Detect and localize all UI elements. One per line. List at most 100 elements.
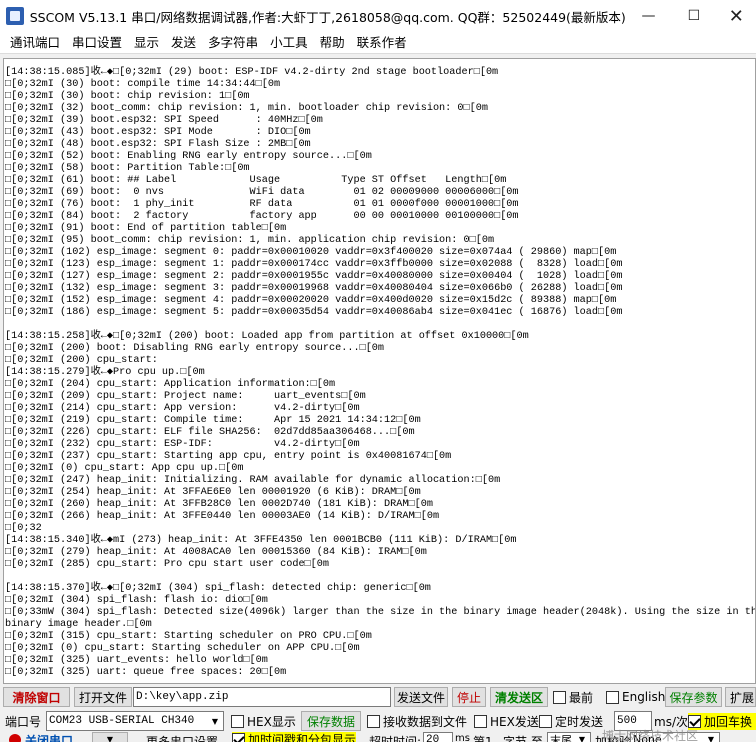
timeout-unit: ms xyxy=(455,733,470,742)
sscom-app-icon xyxy=(6,7,24,25)
log-line: [14:38:15.085]收←◆□[0;32mI (29) boot: ESP… xyxy=(5,67,499,78)
title-bar: SSCOM V5.13.1 串口/网络数据调试器,作者:大虾丁丁,2618058… xyxy=(0,0,756,32)
menu-send[interactable]: 发送 xyxy=(165,32,202,54)
receive-console[interactable]: [14:38:15.085]收←◆□[0;32mI (29) boot: ESP… xyxy=(3,58,756,684)
timeout-label: 超时时间: xyxy=(369,735,422,742)
byte-range-label: 字节 至 xyxy=(503,735,543,742)
log-line: □[0;33mW (304) spi_flash: Detected size(… xyxy=(5,607,756,618)
chevron-down-icon[interactable]: ▼ xyxy=(574,734,590,742)
log-line: □[0;32mI (204) cpu_start: Application in… xyxy=(5,379,336,390)
log-line: □[0;32mI (325) uart: queue free spaces: … xyxy=(5,667,287,678)
close-button[interactable]: ✕ xyxy=(717,0,756,32)
menu-port-settings[interactable]: 串口设置 xyxy=(66,32,128,54)
clear-window-button[interactable]: 清除窗口 xyxy=(3,687,70,707)
log-line: □[0;32mI (200) boot: Disabling RNG early… xyxy=(5,343,385,354)
add-crlf-checkbox[interactable]: 加回车换 xyxy=(688,712,756,730)
log-line: [14:38:15.258]收←◆□[0;32mI (200) boot: Lo… xyxy=(5,331,529,342)
log-line: □[0;32mI (315) cpu_start: Starting sched… xyxy=(5,631,372,642)
menu-tools[interactable]: 小工具 xyxy=(264,32,314,54)
recv-to-file-box[interactable] xyxy=(367,714,380,728)
log-line: □[0;32mI (237) cpu_start: Starting app c… xyxy=(5,451,452,462)
english-checkbox[interactable]: English xyxy=(606,690,665,704)
expand-button[interactable]: 扩展 xyxy=(725,687,756,707)
menu-help[interactable]: 帮助 xyxy=(314,32,351,54)
add-crlf-label: 加回车换 xyxy=(704,714,753,729)
add-crlf-box[interactable] xyxy=(688,714,701,728)
english-label: English xyxy=(622,690,666,704)
log-line: □[0;32mI (132) esp_image: segment 3: pad… xyxy=(5,283,623,294)
hex-display-checkbox[interactable]: HEX显示 xyxy=(231,713,296,730)
menu-comm-port[interactable]: 通讯端口 xyxy=(4,32,66,54)
close-port-group[interactable]: 关闭串口 xyxy=(5,732,87,742)
log-line: □[0;32mI (219) cpu_start: Compile time: … xyxy=(5,415,421,426)
log-line: □[0;32mI (48) boot.esp32: SPI Flash Size… xyxy=(5,139,311,150)
log-line: □[0;32 xyxy=(5,523,42,534)
hex-display-box[interactable] xyxy=(231,714,244,728)
log-line: □[0;32mI (0) cpu_start: App cpu up.□[0m xyxy=(5,463,244,474)
log-line: □[0;32mI (52) boot: Enabling RNG early e… xyxy=(5,151,372,162)
close-port-button[interactable]: 关闭串口 xyxy=(25,732,73,742)
menu-display[interactable]: 显示 xyxy=(128,32,165,54)
port-arrow-button[interactable]: ▼ xyxy=(92,732,128,742)
chevron-down-icon[interactable]: ▼ xyxy=(207,712,223,730)
log-line: □[0;32mI (123) esp_image: segment 1: pad… xyxy=(5,259,623,270)
hex-send-label: HEX发送 xyxy=(490,714,539,729)
log-line: binary image header.□[0m xyxy=(5,619,152,630)
hex-send-box[interactable] xyxy=(474,714,487,728)
log-line: □[0;32mI (76) boot: 1 phy_init RF data 0… xyxy=(5,199,519,210)
recv-to-file-checkbox[interactable]: 接收数据到文件 xyxy=(367,713,467,730)
menu-contact-author[interactable]: 联系作者 xyxy=(351,32,413,54)
timestamp-split-box[interactable] xyxy=(232,733,245,742)
menu-bar: 通讯端口 串口设置 显示 发送 多字符串 小工具 帮助 联系作者 xyxy=(0,32,756,54)
log-line: □[0;32mI (91) boot: End of partition tab… xyxy=(5,223,287,234)
timed-send-box[interactable] xyxy=(539,714,552,728)
timeout-input[interactable]: 20 xyxy=(423,732,453,742)
log-line: □[0;32mI (285) cpu_start: Pro cpu start … xyxy=(5,559,330,570)
hex-send-checkbox[interactable]: HEX发送 xyxy=(474,713,539,730)
log-line: □[0;32mI (84) boot: 2 factory factory ap… xyxy=(5,211,519,222)
save-params-button[interactable]: 保存参数 xyxy=(665,687,722,707)
log-line: □[0;32mI (32) boot_comm: chip revision: … xyxy=(5,103,488,114)
log-line: □[0;32mI (186) esp_image: segment 5: pad… xyxy=(5,307,623,318)
timestamp-split-label: 加时间戳和分包显示 xyxy=(248,733,357,742)
file-toolbar: 清除窗口 打开文件 D:\key\app.zip 发送文件 停止 清发送区 最前… xyxy=(0,686,756,708)
send-file-button[interactable]: 发送文件 xyxy=(394,687,448,707)
topmost-label: 最前 xyxy=(569,690,594,705)
watermark: 博士网络技术社区 xyxy=(601,729,698,742)
save-data-button[interactable]: 保存数据 xyxy=(301,711,361,731)
log-line: □[0;32mI (95) boot_comm: chip revision: … xyxy=(5,235,495,246)
log-line: □[0;32mI (30) boot: compile time 14:34:4… xyxy=(5,79,281,90)
log-line: □[0;32mI (209) cpu_start: Project name: … xyxy=(5,391,366,402)
open-file-button[interactable]: 打开文件 xyxy=(74,687,132,707)
topmost-box[interactable] xyxy=(553,690,566,704)
log-line: □[0;32mI (260) heap_init: At 3FFB28C0 le… xyxy=(5,499,433,510)
end-select[interactable]: 末尾 ▼ xyxy=(547,732,591,742)
timestamp-split-checkbox[interactable]: 加时间戳和分包显示 xyxy=(232,732,357,742)
log-line: □[0;32mI (30) boot: chip revision: 1□[0m xyxy=(5,91,250,102)
port-select[interactable]: COM23 USB-SERIAL CH340 ▼ xyxy=(46,711,224,731)
more-settings-link[interactable]: 更多串口设置 xyxy=(146,733,218,742)
log-line: □[0;32mI (152) esp_image: segment 4: pad… xyxy=(5,295,617,306)
timed-send-checkbox[interactable]: 定时发送 xyxy=(539,713,603,730)
chevron-down-icon[interactable]: ▼ xyxy=(703,734,719,742)
end-value: 末尾 xyxy=(550,733,572,742)
log-line: □[0;32mI (102) esp_image: segment 0: pad… xyxy=(5,247,617,258)
log-line: [14:38:15.370]收←◆□[0;32mI (304) spi_flas… xyxy=(5,583,431,594)
log-line: □[0;32mI (43) boot.esp32: SPI Mode : DIO… xyxy=(5,127,311,138)
log-line: □[0;32mI (226) cpu_start: ELF file SHA25… xyxy=(5,427,415,438)
log-line: □[0;32mI (254) heap_init: At 3FFAE6E0 le… xyxy=(5,487,421,498)
clear-send-button[interactable]: 清发送区 xyxy=(490,687,548,707)
minimize-button[interactable]: — xyxy=(626,0,671,32)
arrow-down-icon: ▼ xyxy=(106,735,114,742)
english-box[interactable] xyxy=(606,690,619,704)
port-status-icon xyxy=(9,734,21,742)
file-path-input[interactable]: D:\key\app.zip xyxy=(133,687,391,707)
log-line: □[0;32mI (266) heap_init: At 3FFE0440 le… xyxy=(5,511,440,522)
log-line: [14:38:15.279]收←◆Pro cpu up.□[0m xyxy=(5,367,205,378)
menu-multi-string[interactable]: 多字符串 xyxy=(202,32,264,54)
topmost-checkbox[interactable]: 最前 xyxy=(553,689,593,706)
stop-button[interactable]: 停止 xyxy=(452,687,486,707)
log-line: [14:38:15.340]收←◆mI (273) heap_init: At … xyxy=(5,535,517,546)
maximize-button[interactable]: ☐ xyxy=(671,0,716,32)
